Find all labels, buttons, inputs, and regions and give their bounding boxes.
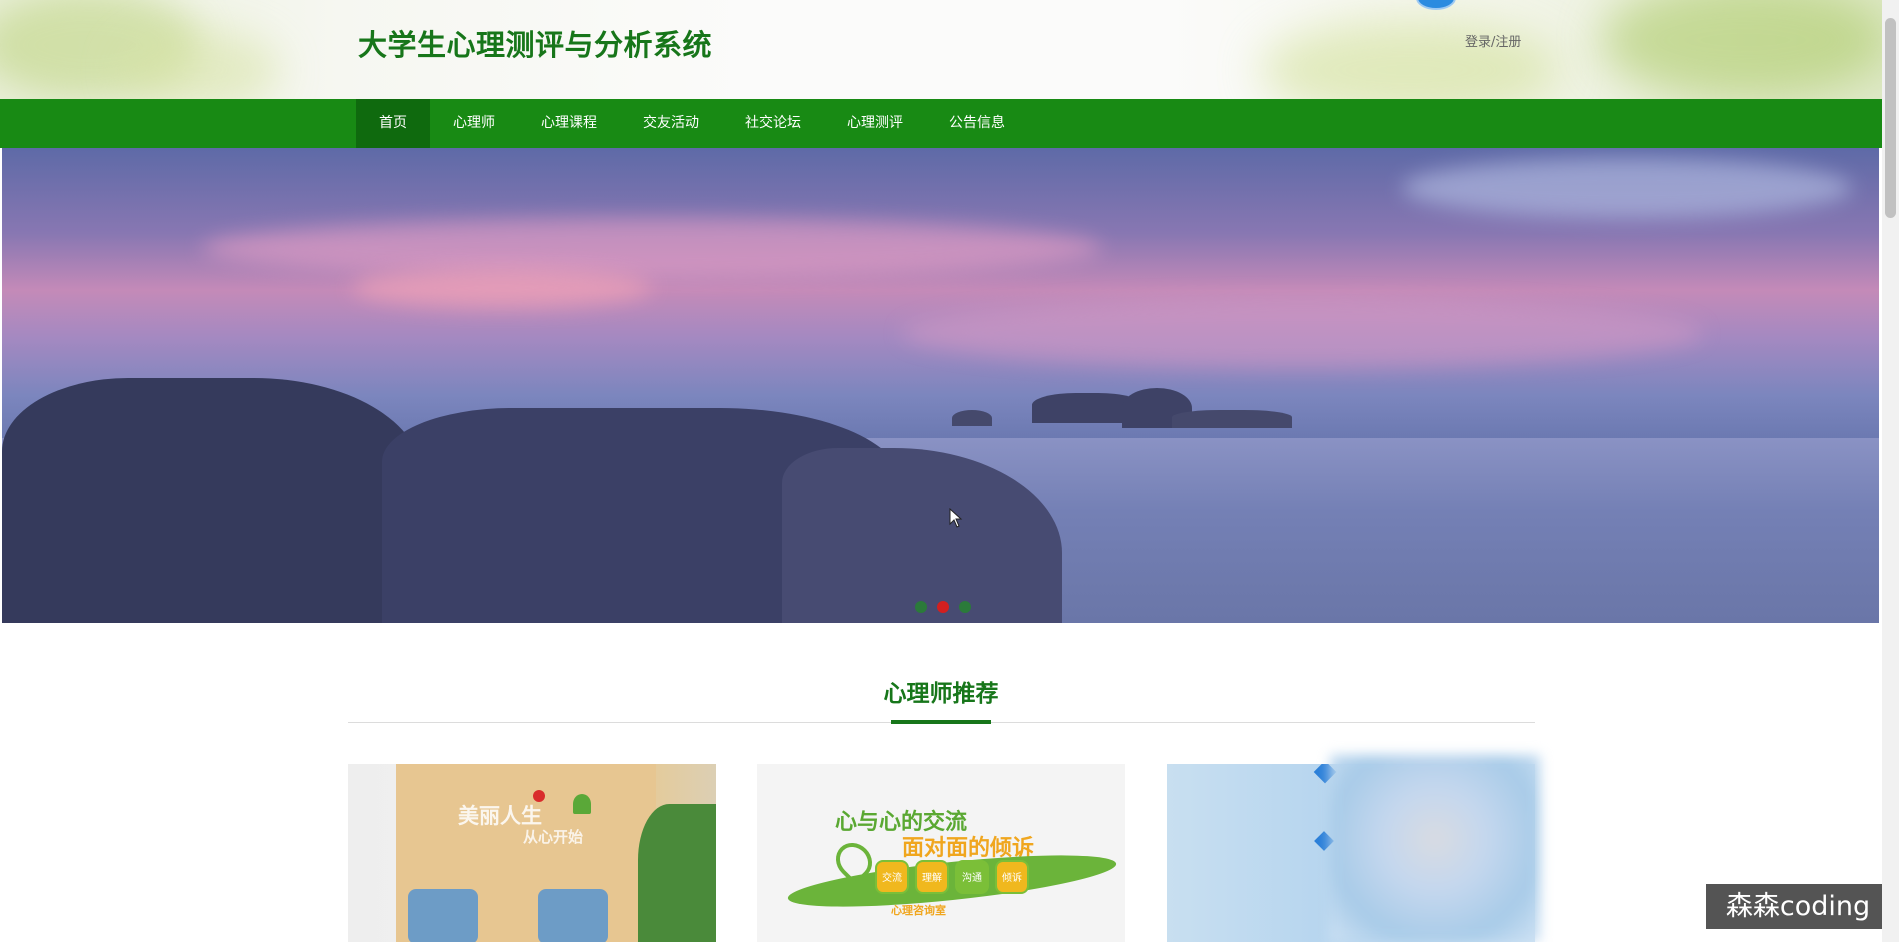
carousel-dot[interactable]	[959, 601, 971, 613]
sky-cloud	[202, 218, 1102, 278]
nav-item-psychologists[interactable]: 心理师	[430, 99, 518, 148]
main-nav: 首页 心理师 心理课程 交友活动 社交论坛 心理测评 公告信息	[0, 99, 1882, 148]
site-title: 大学生心理测评与分析系统	[358, 28, 713, 62]
scrollbar-thumb[interactable]	[1885, 18, 1896, 218]
mouse-cursor-icon	[949, 508, 963, 528]
armchair	[538, 889, 608, 942]
wall-footer-text: 心理咨询室	[891, 904, 946, 917]
carousel-dot-active[interactable]	[937, 601, 949, 613]
sky-cloud	[1402, 158, 1852, 218]
nav-item-activities[interactable]: 交友活动	[620, 99, 722, 148]
tag-hex: 理解	[915, 860, 949, 894]
nav-menu: 首页 心理师 心理课程 交友活动 社交论坛 心理测评 公告信息	[356, 99, 1028, 148]
rock	[2, 378, 422, 623]
section-underline	[891, 720, 991, 724]
watermark-label: 森森coding	[1706, 884, 1890, 929]
hero-banner[interactable]	[2, 148, 1879, 623]
tree-icon	[573, 794, 591, 814]
nav-item-assessment[interactable]: 心理测评	[824, 99, 926, 148]
tag-hex: 交流	[875, 860, 909, 894]
rock	[952, 410, 992, 426]
armchair	[408, 889, 478, 942]
nav-item-home[interactable]: 首页	[356, 99, 430, 148]
avatar-icon[interactable]	[1416, 0, 1456, 10]
nav-item-forum[interactable]: 社交论坛	[722, 99, 824, 148]
tag-hex: 沟通	[955, 860, 989, 894]
heart-icon	[533, 790, 545, 802]
login-register-link[interactable]: 登录/注册	[1465, 31, 1521, 50]
carousel-dot[interactable]	[915, 601, 927, 613]
sky-cloud	[352, 268, 652, 308]
nav-item-announcements[interactable]: 公告信息	[926, 99, 1028, 148]
plant	[638, 804, 716, 942]
carousel-indicators	[915, 601, 971, 613]
psychologist-card[interactable]: 美丽人生 从心开始	[348, 764, 716, 942]
tag-hex: 倾诉	[995, 860, 1029, 894]
scrollbar[interactable]	[1882, 0, 1899, 942]
site-header: 大学生心理测评与分析系统 登录/注册	[0, 0, 1882, 99]
wall-subtext: 从心开始	[523, 828, 584, 846]
decor-leaf	[120, 30, 280, 99]
section-title: 心理师推荐	[883, 681, 999, 707]
psychologist-card[interactable]: 心与心的交流 面对面的倾诉 交流 理解 沟通 倾诉 心理咨询室	[757, 764, 1125, 942]
blurred-overlay	[1330, 755, 1540, 942]
sky-cloud	[902, 298, 1702, 368]
nav-item-courses[interactable]: 心理课程	[518, 99, 620, 148]
rock	[1172, 410, 1292, 428]
decor-leaf	[1600, 0, 1882, 99]
